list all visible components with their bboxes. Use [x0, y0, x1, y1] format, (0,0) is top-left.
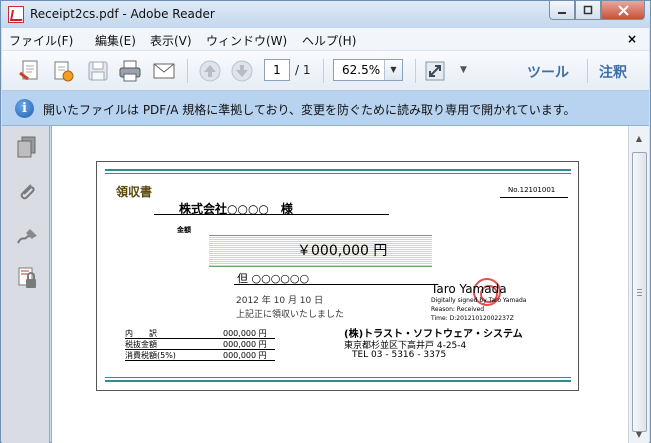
addressee-underline	[154, 214, 389, 215]
maximize-button[interactable]	[575, 1, 601, 20]
minimize-button[interactable]	[549, 1, 575, 20]
signature-line: Digitally signed by Taro Yamada	[431, 297, 527, 304]
minimize-icon	[558, 12, 566, 14]
close-button[interactable]	[601, 1, 645, 20]
receipt-number: No.12101001	[508, 186, 556, 194]
page-number-input[interactable]: 1	[264, 59, 290, 81]
scroll-down-icon[interactable]: ▼	[632, 428, 646, 442]
signature-name[interactable]: Taro Yamada	[431, 282, 507, 296]
title-bar[interactable]: Receipt2cs.pdf - Adobe Reader	[1, 1, 650, 28]
menu-file[interactable]: ファイル(F)	[9, 32, 73, 49]
fit-dropdown-icon[interactable]: ▼	[460, 65, 467, 75]
toolbar-separator	[415, 59, 416, 83]
sign-export-icon[interactable]	[52, 59, 76, 83]
security-icon[interactable]	[16, 266, 38, 290]
menu-window[interactable]: ウィンドウ(W)	[206, 32, 287, 49]
receipt-title: 領収書	[116, 185, 153, 199]
chevron-down-icon[interactable]: ▼	[384, 60, 402, 80]
memo-underline	[234, 284, 434, 285]
amount-label: 金額	[177, 226, 191, 234]
scroll-thumb[interactable]	[632, 152, 647, 432]
page-total: / 1	[295, 63, 311, 77]
menu-help[interactable]: ヘルプ(H)	[302, 32, 356, 49]
top-rule	[105, 169, 571, 171]
signatures-icon[interactable]	[16, 225, 38, 249]
bottom-rule-thin	[105, 377, 571, 378]
attachments-icon[interactable]	[16, 180, 38, 204]
print-icon[interactable]	[118, 59, 142, 83]
receipt-date: 2012 年 10 月 10 日	[236, 296, 324, 306]
scroll-up-icon[interactable]: ▲	[632, 132, 646, 146]
pdf-page: 領収書 No.12101001 株式会社○○○○ 様 金額 ￥000,000 円…	[96, 161, 579, 391]
toolbar-separator	[323, 59, 324, 83]
fit-page-icon[interactable]	[423, 59, 447, 83]
zoom-select[interactable]: 62.5% ▼	[333, 59, 403, 81]
receipt-received-text: 上記正に領収いたしました	[236, 310, 345, 320]
info-message: 開いたファイルは PDF/A 規格に準拠しており、変更を防ぐために読み取り専用で…	[43, 103, 576, 117]
menu-edit[interactable]: 編集(E)	[95, 32, 136, 49]
toolbar-separator	[187, 59, 188, 83]
email-icon[interactable]	[152, 59, 176, 83]
page-thumbnails-icon[interactable]	[16, 135, 38, 159]
previous-page-icon[interactable]	[198, 59, 222, 83]
menu-view[interactable]: 表示(V)	[150, 32, 192, 49]
window-controls	[549, 1, 645, 20]
create-pdf-icon[interactable]	[18, 59, 42, 83]
breakdown-rule	[125, 360, 275, 361]
menu-bar: ファイル(F) 編集(E) 表示(V) ウィンドウ(W) ヘルプ(H) ×	[2, 28, 649, 51]
signature-line: Reason: Received	[431, 306, 485, 313]
comment-button[interactable]: 注釈	[599, 62, 627, 82]
top-rule-thin	[105, 173, 571, 174]
adobe-reader-icon	[8, 6, 24, 23]
receipt-number-underline	[500, 197, 568, 198]
navigation-panel	[2, 126, 50, 443]
toolbar-separator	[587, 59, 588, 83]
app-window: Receipt2cs.pdf - Adobe Reader ファイル(F) 編集…	[0, 0, 651, 443]
pdfa-info-bar: i 開いたファイルは PDF/A 規格に準拠しており、変更を防ぐために読み取り専…	[2, 91, 649, 126]
signature-line: Time: D:20121012002237Z	[431, 315, 514, 322]
window-title: Receipt2cs.pdf - Adobe Reader	[30, 7, 215, 21]
toolbar: 1 / 1 62.5% ▼ ▼ ツール 注釈	[2, 51, 649, 91]
vertical-scrollbar[interactable]: ▲ ▼	[628, 126, 649, 443]
bottom-rule	[105, 380, 571, 382]
issuer-tel: TEL 03 - 5316 - 3375	[352, 350, 447, 360]
maximize-icon	[583, 5, 593, 15]
tools-button[interactable]: ツール	[527, 62, 569, 82]
next-page-icon[interactable]	[230, 59, 254, 83]
info-icon: i	[15, 99, 34, 118]
zoom-value: 62.5%	[342, 63, 381, 77]
close-document-button[interactable]: ×	[627, 32, 637, 46]
receipt-amount: ￥000,000 円	[297, 243, 388, 259]
close-icon	[617, 4, 629, 16]
save-icon[interactable]	[86, 59, 110, 83]
